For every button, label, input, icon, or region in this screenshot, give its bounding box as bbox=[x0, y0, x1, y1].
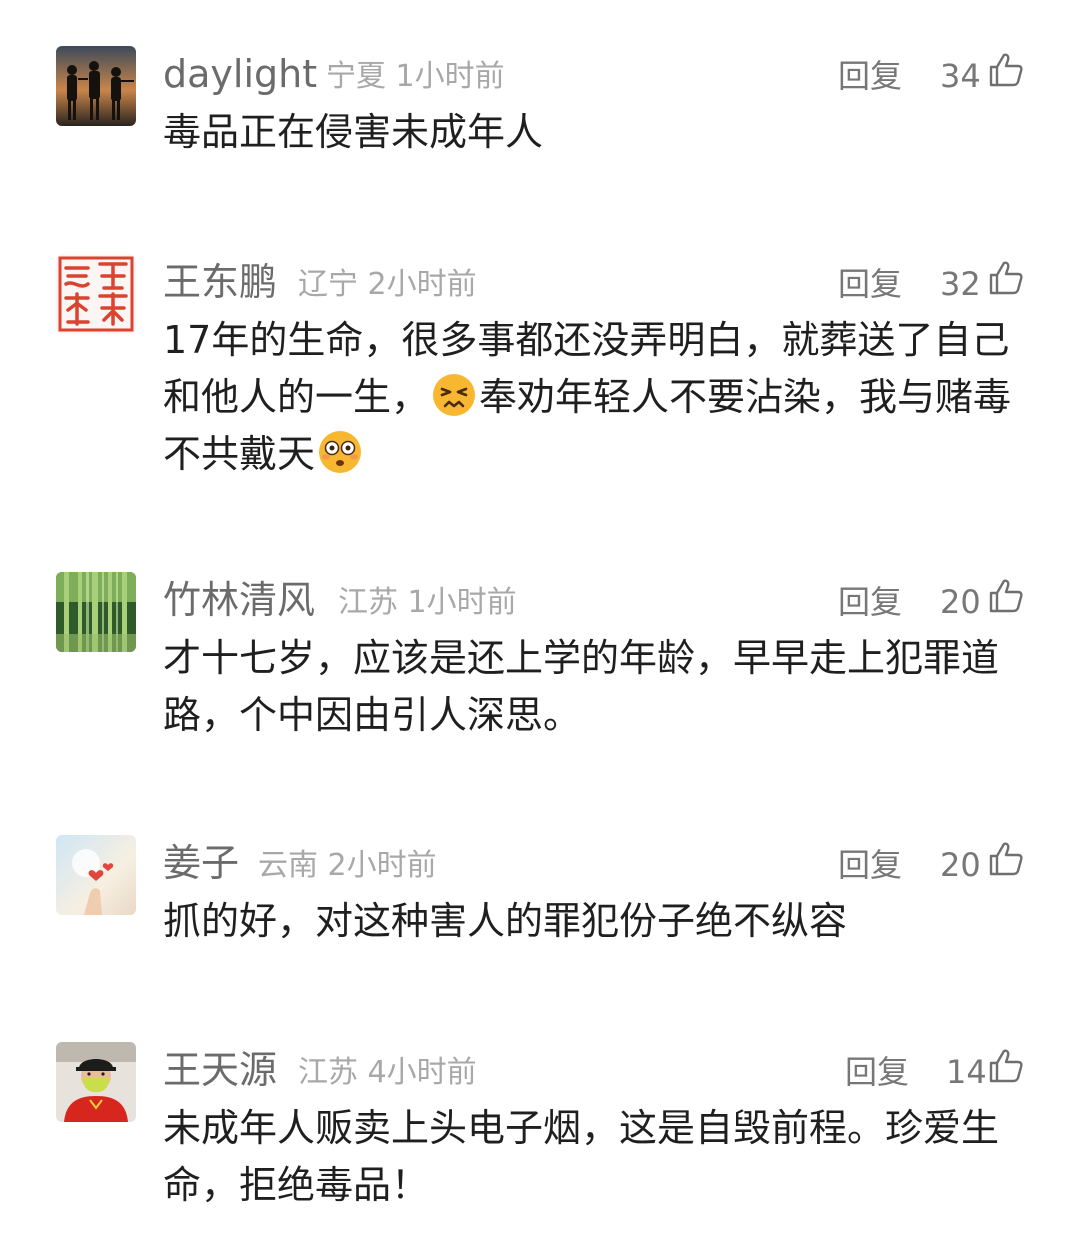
soldiers-silhouette-avatar bbox=[56, 46, 136, 126]
avatar[interactable] bbox=[56, 254, 136, 334]
thumbs-up-icon[interactable] bbox=[988, 1048, 1024, 1084]
username[interactable]: 竹林清风 bbox=[163, 578, 315, 622]
location-label: 宁夏 bbox=[326, 59, 386, 94]
username[interactable]: 王东鹏 bbox=[163, 260, 277, 304]
comment-text: 抓的好，对这种害人的罪犯份子绝不纵容 bbox=[163, 893, 1033, 950]
like-count: 14 bbox=[946, 1053, 987, 1091]
comment-text-part: 才十七岁，应该是还上学的年龄，早早走上犯罪道路，个中因由引人深思。 bbox=[163, 636, 1000, 737]
timestamp: 2小时前 bbox=[367, 267, 477, 302]
red-seal-stamp-avatar bbox=[56, 254, 136, 334]
reply-button[interactable]: 回复 bbox=[845, 1052, 909, 1092]
avatar[interactable] bbox=[56, 835, 136, 915]
reply-button[interactable]: 回复 bbox=[838, 264, 902, 304]
masked-man-avatar bbox=[56, 1042, 136, 1122]
thumbs-up-icon[interactable] bbox=[988, 841, 1024, 877]
username[interactable]: daylight bbox=[163, 52, 317, 96]
comment-text-part: 未成年人贩卖上头电子烟，这是自毁前程。珍爱生命，拒绝毒品！ bbox=[163, 1106, 1000, 1207]
thumbs-up-icon[interactable] bbox=[988, 52, 1024, 88]
reply-button[interactable]: 回复 bbox=[838, 845, 902, 885]
username[interactable]: 王天源 bbox=[163, 1048, 277, 1092]
comment-meta: 江苏 1小时前 bbox=[338, 584, 517, 622]
location-label: 辽宁 bbox=[298, 267, 358, 302]
comment-meta: 云南 2小时前 bbox=[258, 847, 437, 885]
comment-meta: 宁夏 1小时前 bbox=[326, 58, 505, 96]
reply-button[interactable]: 回复 bbox=[838, 582, 902, 622]
location-label: 云南 bbox=[258, 848, 318, 883]
timestamp: 4小时前 bbox=[367, 1055, 477, 1090]
like-count: 34 bbox=[940, 57, 981, 95]
location-label: 江苏 bbox=[298, 1055, 358, 1090]
like-count: 20 bbox=[940, 846, 981, 884]
flushed-face-emoji bbox=[319, 431, 362, 473]
thumbs-up-icon[interactable] bbox=[988, 260, 1024, 296]
timestamp: 1小时前 bbox=[407, 585, 517, 620]
comment-text: 17年的生命，很多事都还没弄明白，就葬送了自己和他人的一生， 奉劝年轻人不要沾染… bbox=[163, 312, 1033, 483]
like-count: 32 bbox=[940, 265, 981, 303]
comment-text: 才十七岁，应该是还上学的年龄，早早走上犯罪道路，个中因由引人深思。 bbox=[163, 630, 1033, 744]
comment-text-part: 抓的好，对这种害人的罪犯份子绝不纵容 bbox=[163, 899, 848, 943]
avatar[interactable] bbox=[56, 572, 136, 652]
comment-meta: 辽宁 2小时前 bbox=[298, 266, 477, 304]
comment-text: 毒品正在侵害未成年人 bbox=[163, 104, 1033, 161]
like-count: 20 bbox=[940, 583, 981, 621]
avatar[interactable] bbox=[56, 46, 136, 126]
username[interactable]: 姜子 bbox=[163, 841, 239, 885]
bamboo-forest-avatar bbox=[56, 572, 136, 652]
timestamp: 1小时前 bbox=[395, 59, 505, 94]
comment-text: 未成年人贩卖上头电子烟，这是自毁前程。珍爱生命，拒绝毒品！ bbox=[163, 1100, 1033, 1214]
comment-meta: 江苏 4小时前 bbox=[298, 1054, 477, 1092]
thumbs-up-icon[interactable] bbox=[988, 578, 1024, 614]
hand-hearts-avatar bbox=[56, 835, 136, 915]
timestamp: 2小时前 bbox=[327, 848, 437, 883]
avatar[interactable] bbox=[56, 1042, 136, 1122]
reply-button[interactable]: 回复 bbox=[838, 56, 902, 96]
comment-text-part: 毒品正在侵害未成年人 bbox=[163, 110, 544, 154]
location-label: 江苏 bbox=[338, 585, 398, 620]
persevering-face-emoji bbox=[433, 374, 476, 416]
